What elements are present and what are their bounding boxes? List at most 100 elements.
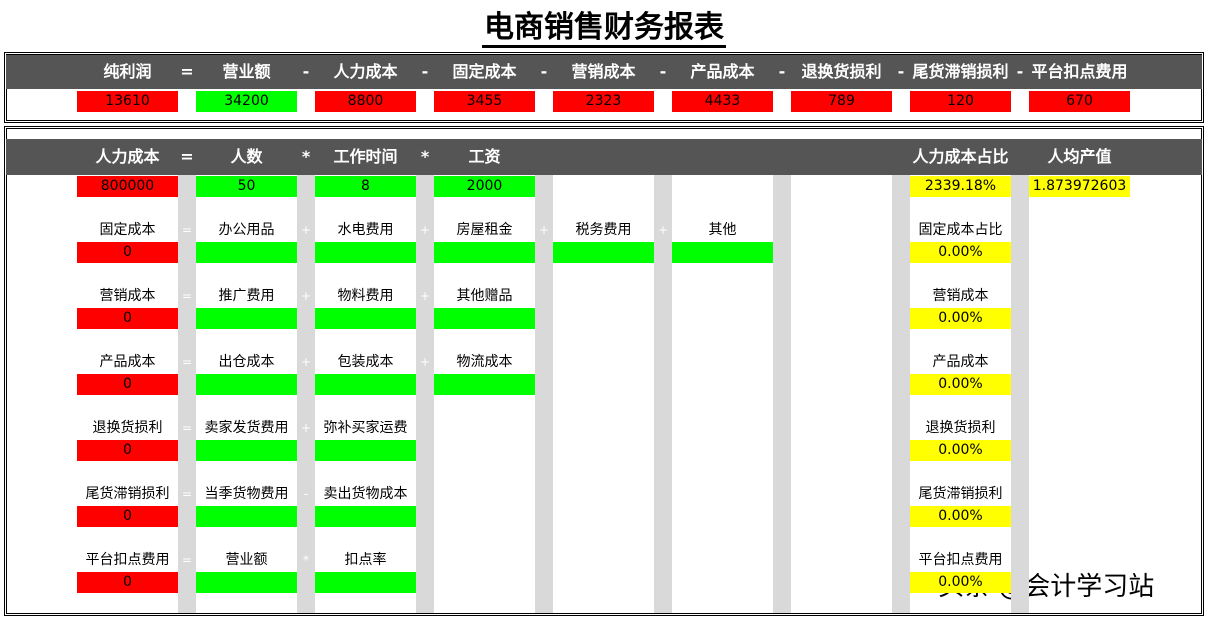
separator-column <box>654 175 672 613</box>
row-item-input[interactable] <box>434 242 535 263</box>
row-item-input[interactable] <box>315 242 416 263</box>
top-operator: - <box>421 62 429 81</box>
row-ratio-value: 0.00% <box>910 242 1011 263</box>
row-ratio-label: 营销成本 <box>932 288 989 304</box>
row-item-label: 推广费用 <box>218 288 275 304</box>
per-capita-value: 1.873972603 <box>1029 176 1130 197</box>
row-ratio-value: 0.00% <box>910 440 1011 461</box>
row-value-cell[interactable]: 0 <box>77 242 178 263</box>
row-ratio-label: 退换货损利 <box>925 420 996 436</box>
row-value-cell[interactable]: 0 <box>77 440 178 461</box>
labor-ratio-value: 2339.18% <box>910 176 1011 197</box>
labor-header-label: 工资 <box>468 147 501 166</box>
row-item-input[interactable] <box>196 572 297 593</box>
row-item-label: 物流成本 <box>456 354 513 370</box>
row-item-label: 其他赠品 <box>456 288 513 304</box>
labor-operator: * <box>301 147 311 166</box>
labor-value-cell[interactable]: 800000 <box>77 176 178 197</box>
row-item-input[interactable] <box>315 440 416 461</box>
separator-column <box>892 175 910 613</box>
top-value-cell[interactable]: 789 <box>791 91 892 112</box>
row-item-input[interactable] <box>672 242 773 263</box>
separator-column <box>297 175 315 613</box>
row-item-label: 税务费用 <box>575 222 632 238</box>
labor-header-label: 人力成本 <box>95 147 160 166</box>
row-item-input[interactable] <box>315 308 416 329</box>
labor-ratio-label: 人力成本占比 <box>912 147 1009 166</box>
page-title: 电商销售财务报表 <box>0 2 1208 48</box>
title-text: 电商销售财务报表 <box>482 10 726 48</box>
top-value-cell[interactable]: 13610 <box>77 91 178 112</box>
top-operator: - <box>778 62 786 81</box>
row-ratio-label: 产品成本 <box>932 354 989 370</box>
top-header-label: 固定成本 <box>452 62 517 81</box>
row-item-input[interactable] <box>196 308 297 329</box>
top-header-label: 营销成本 <box>571 62 636 81</box>
labor-operator: = <box>180 147 194 166</box>
row-item-input[interactable] <box>553 242 654 263</box>
top-header-label: 产品成本 <box>690 62 755 81</box>
top-operator: - <box>897 62 905 81</box>
row-ratio-label: 固定成本占比 <box>918 222 1003 238</box>
row-value-cell[interactable]: 0 <box>77 572 178 593</box>
row-ratio-label: 尾货滞销损利 <box>918 486 1003 502</box>
per-capita-label: 人均产值 <box>1047 147 1112 166</box>
top-value-cell[interactable]: 120 <box>910 91 1011 112</box>
separator-column <box>178 175 196 613</box>
row-item-input[interactable] <box>196 440 297 461</box>
top-header-label: 纯利润 <box>103 62 152 81</box>
top-operator: - <box>659 62 667 81</box>
row-item-input[interactable] <box>315 572 416 593</box>
row-item-label: 出仓成本 <box>218 354 275 370</box>
separator-column <box>416 175 434 613</box>
row-name-label: 产品成本 <box>99 354 156 370</box>
row-item-label: 水电费用 <box>337 222 394 238</box>
row-item-input[interactable] <box>434 374 535 395</box>
row-item-input[interactable] <box>196 242 297 263</box>
row-ratio-value: 0.00% <box>910 572 1011 593</box>
row-item-label: 扣点率 <box>344 552 387 568</box>
row-item-label: 弥补买家运费 <box>323 420 408 436</box>
row-item-label: 包装成本 <box>337 354 394 370</box>
top-header-label: 人力成本 <box>333 62 398 81</box>
top-value-cell[interactable]: 8800 <box>315 91 416 112</box>
row-item-label: 营业额 <box>225 552 268 568</box>
row-item-input[interactable] <box>434 308 535 329</box>
row-item-input[interactable] <box>196 374 297 395</box>
labor-value-cell[interactable]: 2000 <box>434 176 535 197</box>
top-value-cell[interactable]: 670 <box>1029 91 1130 112</box>
top-header-label: 尾货滞销损利 <box>912 62 1009 81</box>
row-name-label: 尾货滞销损利 <box>85 486 170 502</box>
top-operator: - <box>1016 62 1024 81</box>
separator-column <box>535 175 553 613</box>
labor-value-cell[interactable]: 8 <box>315 176 416 197</box>
labor-operator: * <box>420 147 430 166</box>
row-item-input[interactable] <box>315 374 416 395</box>
top-value-cell[interactable]: 34200 <box>196 91 297 112</box>
row-ratio-value: 0.00% <box>910 308 1011 329</box>
row-name-label: 营销成本 <box>99 288 156 304</box>
row-item-input[interactable] <box>315 506 416 527</box>
separator-column <box>1011 175 1029 613</box>
row-ratio-value: 0.00% <box>910 506 1011 527</box>
row-item-label: 当季货物费用 <box>204 486 289 502</box>
row-value-cell[interactable]: 0 <box>77 506 178 527</box>
row-item-label: 物料费用 <box>337 288 394 304</box>
row-item-label: 办公用品 <box>218 222 275 238</box>
row-value-cell[interactable]: 0 <box>77 308 178 329</box>
top-value-cell[interactable]: 4433 <box>672 91 773 112</box>
top-header-label: 营业额 <box>222 62 271 81</box>
row-item-input[interactable] <box>196 506 297 527</box>
labor-header-label: 人数 <box>230 147 263 166</box>
row-value-cell[interactable]: 0 <box>77 374 178 395</box>
top-operator: = <box>180 62 194 81</box>
top-value-cell[interactable]: 2323 <box>553 91 654 112</box>
top-value-cell[interactable]: 3455 <box>434 91 535 112</box>
row-name-label: 平台扣点费用 <box>85 552 170 568</box>
row-ratio-value: 0.00% <box>910 374 1011 395</box>
labor-value-cell[interactable]: 50 <box>196 176 297 197</box>
row-item-label: 房屋租金 <box>456 222 513 238</box>
top-header-label: 平台扣点费用 <box>1031 62 1128 81</box>
row-item-label: 卖出货物成本 <box>323 486 408 502</box>
row-name-label: 固定成本 <box>99 222 156 238</box>
